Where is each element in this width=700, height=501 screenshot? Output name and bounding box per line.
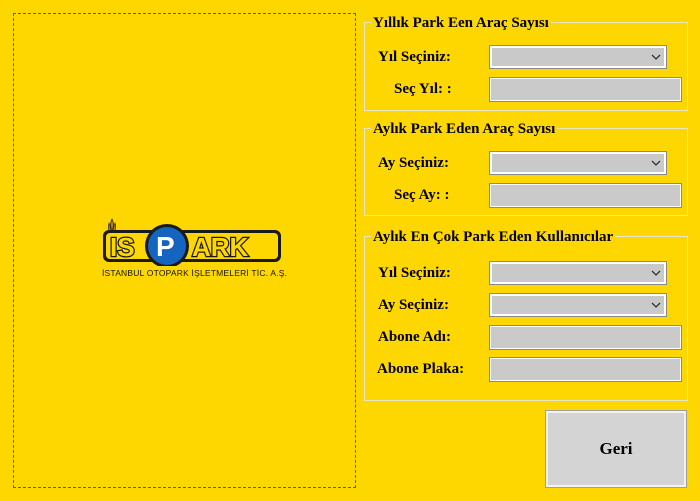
subscriber-name-label: Abone Adı: xyxy=(378,329,451,345)
subscriber-plate-field[interactable] xyxy=(489,357,682,382)
svg-text:IS: IS xyxy=(110,232,135,262)
monthly-result-field[interactable] xyxy=(489,183,682,208)
yearly-year-select[interactable] xyxy=(489,45,667,69)
monthly-month-label: Ay Seçiniz: xyxy=(378,155,449,171)
top-users-month-select[interactable] xyxy=(489,293,667,317)
ispark-logo-image: IS P ARK xyxy=(103,218,281,268)
top-users-month-label: Ay Seçiniz: xyxy=(378,297,449,313)
logo-panel: IS P ARK İSTANBUL OTOPARK İŞLETMELERİ Tİ… xyxy=(13,13,356,488)
ispark-logo: IS P ARK İSTANBUL OTOPARK İŞLETMELERİ Tİ… xyxy=(102,216,288,286)
chevron-down-icon xyxy=(651,270,661,276)
monthly-month-select[interactable] xyxy=(489,151,667,175)
monthly-group-title: Aylık Park Eden Araç Sayısı xyxy=(371,120,558,138)
top-users-year-label: Yıl Seçiniz: xyxy=(378,265,451,281)
back-button[interactable]: Geri xyxy=(545,410,687,488)
svg-text:P: P xyxy=(156,231,175,262)
logo-subtitle: İSTANBUL OTOPARK İŞLETMELERİ TİC. A.Ş. xyxy=(102,268,288,278)
chevron-down-icon xyxy=(651,54,661,60)
svg-text:ARK: ARK xyxy=(192,232,249,262)
yearly-group-title: Yıllık Park Een Araç Sayısı xyxy=(371,14,551,32)
chevron-down-icon xyxy=(651,302,661,308)
yearly-result-label: Seç Yıl: : xyxy=(394,81,452,97)
top-users-group-title: Aylık En Çok Park Eden Kullanıcılar xyxy=(371,228,616,246)
top-users-year-select[interactable] xyxy=(489,261,667,285)
monthly-result-label: Seç Ay: : xyxy=(394,187,450,203)
subscriber-name-field[interactable] xyxy=(489,325,682,350)
yearly-year-label: Yıl Seçiniz: xyxy=(378,49,451,65)
subscriber-plate-label: Abone Plaka: xyxy=(377,361,465,377)
chevron-down-icon xyxy=(651,160,661,166)
yearly-result-field[interactable] xyxy=(489,77,682,102)
